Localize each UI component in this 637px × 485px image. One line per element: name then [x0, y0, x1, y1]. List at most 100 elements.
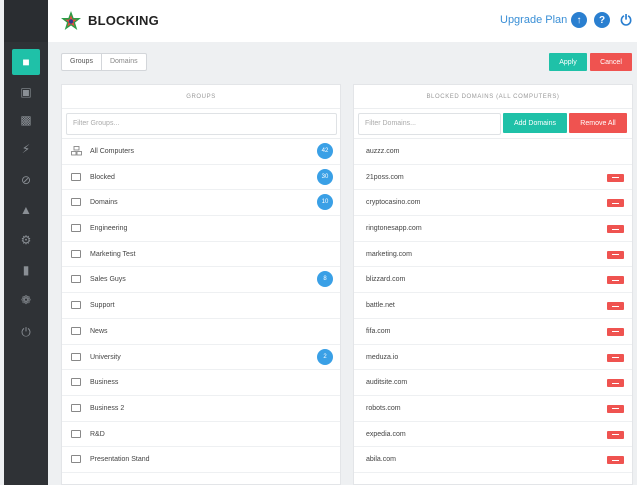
- minus-icon: [612, 408, 619, 410]
- domain-row: blizzard.com: [354, 267, 632, 294]
- domain-label: abila.com: [366, 456, 396, 464]
- group-label: All Computers: [90, 148, 134, 155]
- remove-domain-button[interactable]: [607, 250, 624, 259]
- add-domains-button[interactable]: Add Domains: [503, 113, 567, 133]
- groups-panel: GROUPS Filter Groups... All Computers 42 B…: [61, 84, 341, 485]
- laptop-icon: [71, 429, 81, 438]
- laptop-icon: [71, 326, 81, 335]
- group-label: Support: [90, 302, 115, 310]
- top-header: BLOCKING Upgrade Plan ↑ ? ⏻︎: [48, 0, 637, 42]
- minus-icon: [612, 434, 619, 436]
- group-label: R&D: [90, 430, 105, 438]
- domains-filter-row: Filter Domains... Add Domains Remove All: [354, 109, 632, 139]
- domain-row: 21poss.com: [354, 165, 632, 191]
- remove-domain-button[interactable]: [607, 199, 624, 208]
- minus-icon: [612, 357, 619, 358]
- view-toggle: Groups Domains: [61, 53, 147, 71]
- upgrade-plan-link[interactable]: Upgrade Plan: [500, 14, 567, 26]
- laptop-icon: [71, 301, 81, 310]
- domain-row: expedia.com: [354, 422, 632, 448]
- domain-row: robots.com: [354, 396, 632, 422]
- domain-row: auzzz.com: [354, 139, 632, 165]
- group-row[interactable]: University 2: [62, 345, 340, 371]
- domain-row: abila.com: [354, 447, 632, 473]
- domain-label: ringtonesapp.com: [366, 225, 422, 233]
- settings-icon[interactable]: ⚙︎: [12, 228, 40, 252]
- laptop-icon: [71, 352, 81, 361]
- gear-icon[interactable]: ❁: [12, 288, 40, 312]
- group-count-badge: 2: [317, 348, 333, 365]
- remove-all-button[interactable]: Remove All: [569, 113, 627, 133]
- alerts-icon[interactable]: ▲: [12, 198, 40, 222]
- group-count-badge: 10: [317, 194, 333, 211]
- power-icon[interactable]: ⏻︎: [12, 320, 40, 344]
- group-label: News: [90, 327, 108, 335]
- domain-row: ringtonesapp.com: [354, 216, 632, 242]
- domain-label: battle.net: [366, 302, 395, 310]
- apply-button[interactable]: Apply: [549, 53, 587, 71]
- power-icon[interactable]: ⏻︎: [618, 11, 634, 29]
- group-label: Blocked: [90, 173, 115, 181]
- remove-domain-button[interactable]: [607, 302, 624, 311]
- group-label: Business 2: [90, 404, 125, 412]
- documents-icon[interactable]: ▮: [12, 258, 40, 282]
- group-row[interactable]: Blocked 30: [62, 165, 340, 191]
- group-row[interactable]: Business 2: [62, 396, 340, 422]
- remove-domain-button[interactable]: [607, 404, 624, 413]
- remove-domain-button[interactable]: [607, 379, 624, 388]
- remove-domain-button[interactable]: [607, 173, 624, 182]
- group-row[interactable]: Engineering: [62, 216, 340, 242]
- group-row[interactable]: All Computers 42: [62, 139, 340, 165]
- minus-icon: [612, 459, 619, 461]
- domain-label: auditsite.com: [366, 379, 408, 387]
- bolt-icon[interactable]: ⚡︎: [12, 137, 40, 161]
- group-row[interactable]: Domains 10: [62, 190, 340, 217]
- remove-domain-button[interactable]: [607, 276, 624, 285]
- minus-icon: [612, 279, 619, 281]
- minus-icon: [612, 305, 619, 307]
- remove-domain-button[interactable]: [607, 225, 624, 234]
- group-row[interactable]: Support: [62, 293, 340, 319]
- question-icon[interactable]: ?: [594, 12, 610, 28]
- domain-label: robots.com: [366, 404, 401, 412]
- cancel-button[interactable]: Cancel: [590, 53, 632, 71]
- group-row[interactable]: Business: [62, 370, 340, 396]
- groups-filter-input[interactable]: Filter Groups...: [66, 113, 337, 135]
- domain-row: cryptocasino.com: [354, 190, 632, 217]
- computers-icon[interactable]: ▩: [12, 108, 40, 132]
- dashboard-icon[interactable]: ■: [12, 49, 40, 75]
- sidebar-header: [4, 0, 48, 42]
- domain-row: marketing.com: [354, 242, 632, 268]
- group-row[interactable]: Sales Guys 8: [62, 267, 340, 294]
- remove-domain-button[interactable]: [607, 456, 624, 465]
- group-label: Marketing Test: [90, 250, 136, 258]
- tab-groups[interactable]: Groups: [62, 54, 102, 70]
- remove-domain-button[interactable]: [607, 430, 624, 439]
- group-row[interactable]: Marketing Test: [62, 242, 340, 268]
- domain-row: battle.net: [354, 293, 632, 319]
- group-label: Sales Guys: [90, 276, 126, 284]
- group-label: Domains: [90, 199, 118, 207]
- minus-icon: [612, 177, 619, 179]
- laptop-icon: [71, 198, 81, 207]
- remove-domain-button[interactable]: [607, 327, 624, 336]
- arrow-up-icon[interactable]: ↑: [571, 12, 587, 28]
- domains-filter-input[interactable]: Filter Domains...: [358, 113, 501, 135]
- computers-group-icon: [71, 146, 82, 156]
- domains-list: auzzz.com 21poss.com cryptocasino.com ringt…: [354, 139, 632, 473]
- blocking-icon[interactable]: ⊘: [12, 168, 40, 192]
- laptop-icon: [71, 172, 81, 181]
- domain-label: expedia.com: [366, 430, 406, 438]
- group-row[interactable]: R&D: [62, 422, 340, 448]
- tab-domains[interactable]: Domains: [102, 54, 146, 70]
- group-row[interactable]: Presentation Stand: [62, 447, 340, 473]
- domain-row: auditsite.com: [354, 370, 632, 396]
- groups-list: All Computers 42 Blocked 30 Domains 10 Enginee…: [62, 139, 340, 473]
- domain-label: marketing.com: [366, 250, 412, 258]
- reports-icon[interactable]: ▣: [12, 80, 40, 104]
- group-row[interactable]: News: [62, 319, 340, 345]
- remove-domain-button[interactable]: [607, 353, 624, 362]
- minus-icon: [612, 228, 619, 230]
- domain-label: cryptocasino.com: [366, 199, 421, 207]
- domain-label: meduza.io: [366, 353, 399, 361]
